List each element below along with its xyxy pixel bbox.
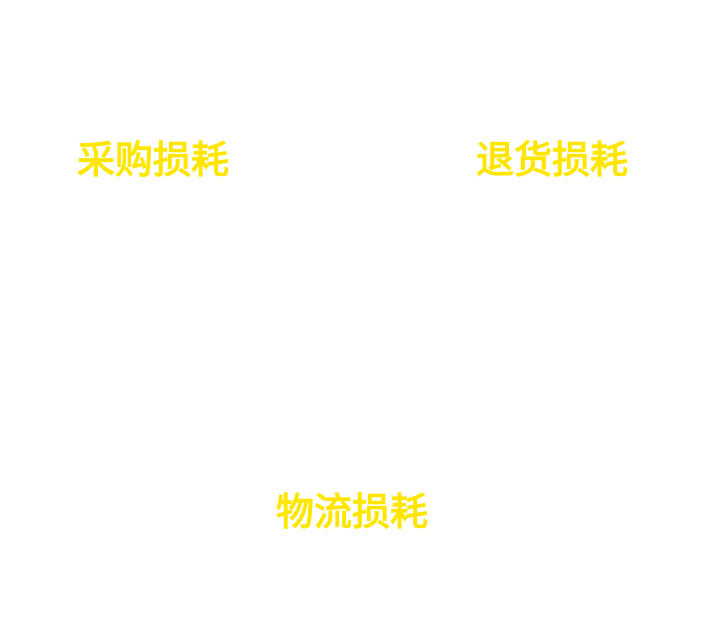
purchase-loss-label: 采购损耗 bbox=[77, 138, 230, 182]
logistics-loss-label: 物流损耗 bbox=[276, 490, 429, 534]
diagram-canvas: 采购损耗 退货损耗 物流损耗 bbox=[0, 0, 707, 640]
return-loss-label: 退货损耗 bbox=[476, 138, 629, 182]
